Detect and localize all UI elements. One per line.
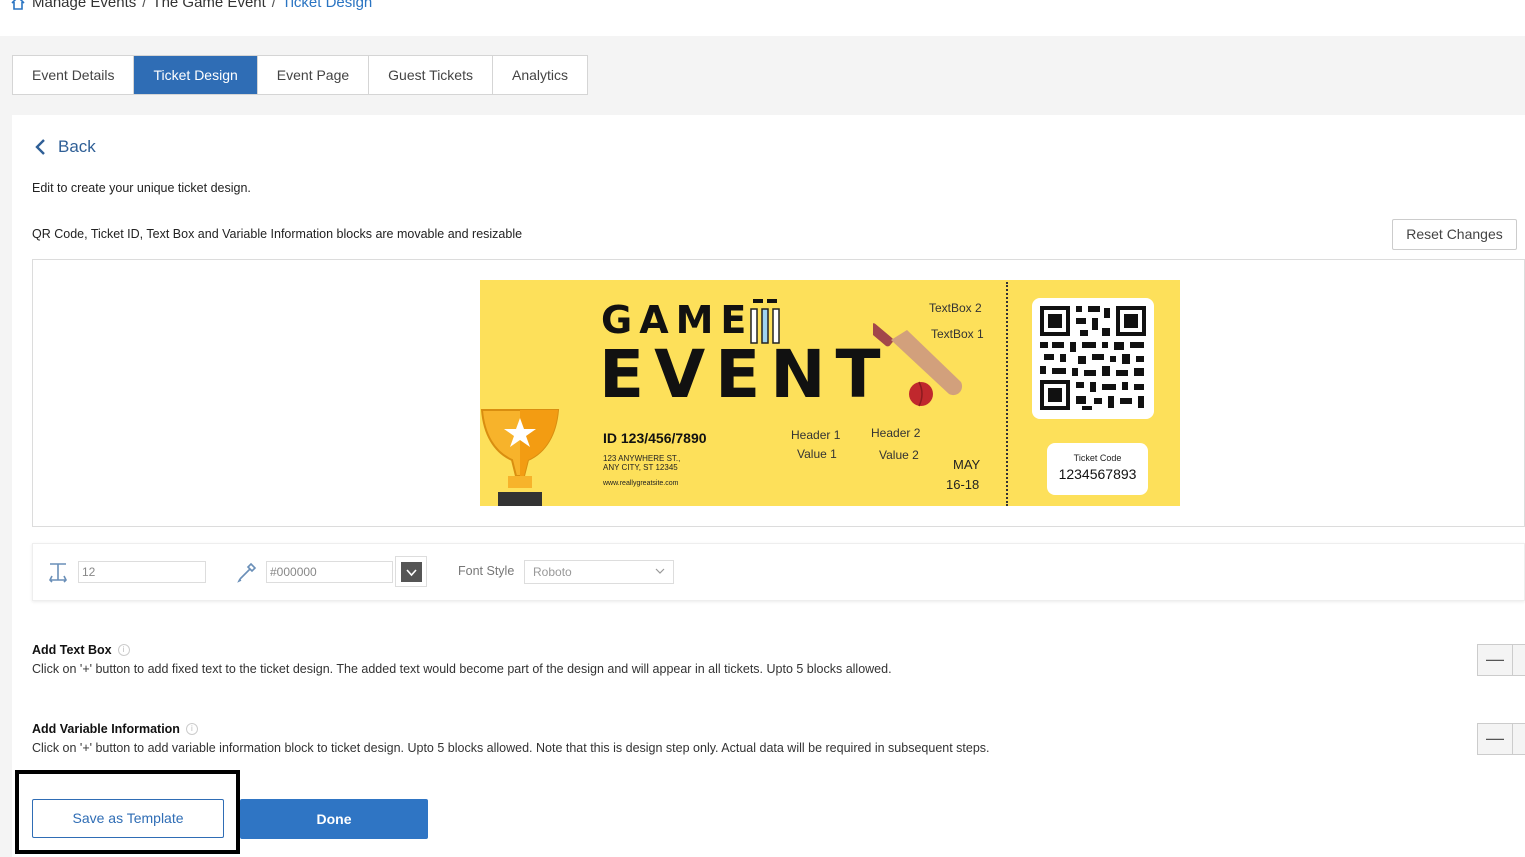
add-text-box-description: Click on '+' button to add fixed text to… [32, 662, 892, 676]
tab-analytics[interactable]: Analytics [493, 56, 587, 94]
text-format-toolbar: 12 #000000 Font Style Roboto [32, 543, 1525, 601]
back-label: Back [58, 137, 96, 156]
ticket-address-line2: ANY CITY, ST 12345 [603, 463, 678, 472]
text-box-stepper[interactable]: — [1477, 644, 1525, 676]
add-variable-info-title: Add Variable Information i [32, 722, 198, 736]
textbox-2[interactable]: TextBox 2 [929, 301, 982, 315]
breadcrumb-manage-events[interactable]: Manage Events [32, 0, 136, 11]
ticket-design-panel: Back Edit to create your unique ticket d… [12, 115, 1525, 857]
done-button[interactable]: Done [240, 799, 428, 839]
variable-info-minus-button[interactable]: — [1478, 724, 1513, 754]
ticket-code-label: Ticket Code [1073, 453, 1122, 463]
variable-header-1[interactable]: Header 1 [791, 428, 840, 442]
qr-code-icon [1040, 306, 1146, 410]
back-button[interactable]: Back [34, 137, 96, 157]
tab-ticket-design[interactable]: Ticket Design [134, 56, 258, 94]
ticket-address: 123 ANYWHERE ST., ANY CITY, ST 12345 [603, 454, 723, 472]
tab-guest-tickets[interactable]: Guest Tickets [369, 56, 493, 94]
home-icon[interactable] [10, 0, 26, 11]
tab-bar: Event Details Ticket Design Event Page G… [12, 55, 589, 95]
font-style-value: Roboto [533, 565, 572, 579]
ticket-id[interactable]: ID 123/456/7890 [603, 430, 707, 446]
trophy-icon [480, 409, 560, 506]
chevron-down-icon [655, 568, 665, 574]
eyedropper-icon[interactable] [236, 561, 258, 583]
ticket-website: www.reallygreatsite.com [603, 480, 679, 487]
info-icon[interactable]: i [117, 644, 130, 656]
info-icon[interactable]: i [185, 723, 198, 735]
intro-text: Edit to create your unique ticket design… [32, 181, 251, 195]
breadcrumb-separator: / [271, 0, 276, 11]
variable-value-2[interactable]: Value 2 [879, 448, 919, 462]
save-as-template-button[interactable]: Save as Template [32, 799, 224, 838]
breadcrumb-separator: / [142, 0, 147, 11]
font-size-icon [49, 563, 67, 583]
variable-header-2[interactable]: Header 2 [871, 426, 920, 440]
breadcrumb: Manage Events / The Game Event / Ticket … [10, 0, 372, 11]
ticket-preview: GAME EVENT ID 123/456/7890 123 ANYWHERE … [480, 280, 1180, 506]
font-style-label: Font Style [458, 564, 515, 578]
color-swatch-button[interactable] [395, 556, 427, 587]
top-bar: Manage Events / The Game Event / Ticket … [0, 0, 1525, 36]
tab-event-page[interactable]: Event Page [258, 56, 370, 94]
chevron-down-icon [406, 569, 417, 577]
font-style-select[interactable]: Roboto [524, 560, 674, 584]
reset-changes-button[interactable]: Reset Changes [1392, 219, 1517, 250]
ticket-code-block[interactable]: Ticket Code 1234567893 [1047, 443, 1148, 495]
add-text-box-label: Add Text Box [32, 643, 112, 657]
chevron-left-icon [35, 139, 45, 155]
tab-event-details[interactable]: Event Details [13, 56, 135, 94]
breadcrumb-current: Ticket Design [281, 0, 373, 11]
ticket-code-value: 1234567893 [1058, 466, 1137, 482]
add-variable-info-label: Add Variable Information [32, 722, 180, 736]
add-variable-info-description: Click on '+' button to add variable info… [32, 741, 990, 755]
ticket-perforation [1006, 282, 1008, 506]
text-box-minus-button[interactable]: — [1478, 645, 1513, 675]
ticket-title-event: EVENT [599, 336, 891, 413]
variable-info-stepper[interactable]: — [1477, 723, 1525, 755]
color-hex-input[interactable]: #000000 [266, 561, 393, 583]
ticket-month: MAY [953, 457, 981, 472]
ticket-canvas: GAME EVENT ID 123/456/7890 123 ANYWHERE … [32, 259, 1525, 527]
cricket-bat-icon [873, 323, 963, 407]
font-size-input[interactable]: 12 [78, 561, 206, 583]
ticket-dates: 16-18 [946, 477, 980, 492]
qr-code-block[interactable] [1032, 298, 1154, 419]
movable-note: QR Code, Ticket ID, Text Box and Variabl… [32, 227, 523, 241]
add-text-box-title: Add Text Box i [32, 643, 130, 657]
variable-value-1[interactable]: Value 1 [797, 447, 837, 461]
color-swatch [401, 562, 422, 582]
breadcrumb-event[interactable]: The Game Event [152, 0, 265, 11]
ticket-address-line1: 123 ANYWHERE ST., [603, 454, 681, 463]
